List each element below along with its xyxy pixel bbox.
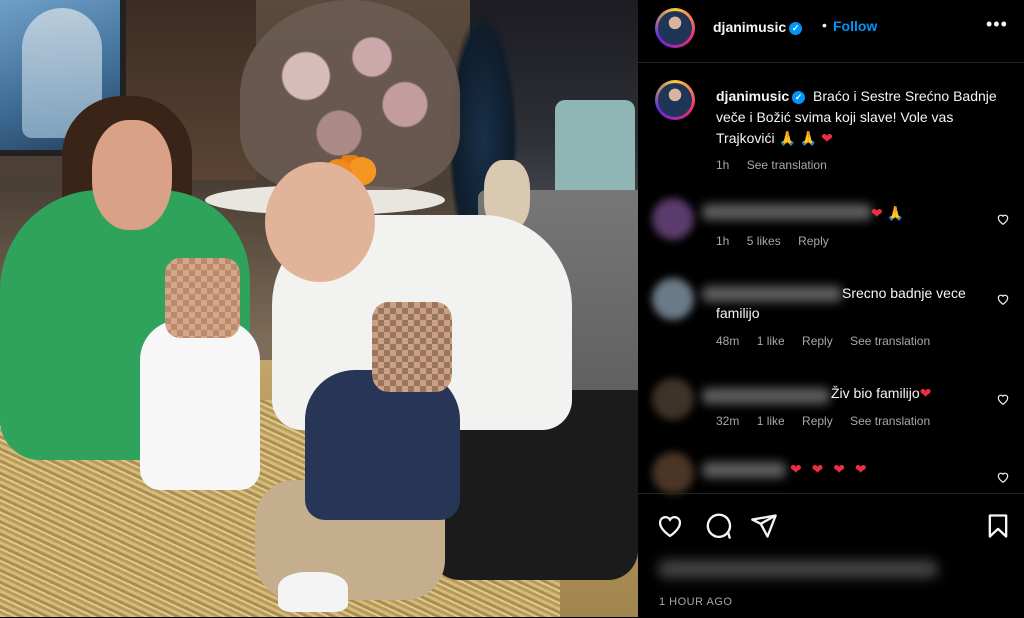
see-translation-link[interactable]: See translation	[850, 414, 930, 428]
caption-avatar[interactable]	[655, 80, 695, 120]
comment-time[interactable]: 48m	[716, 334, 739, 348]
commenter-avatar[interactable]	[652, 278, 694, 320]
caption-meta: 1h See translation	[716, 158, 841, 172]
comment-like-heart-icon[interactable]	[996, 470, 1012, 486]
reply-button[interactable]: Reply	[802, 414, 833, 428]
more-options-icon[interactable]: •••	[986, 14, 1008, 35]
see-translation-link[interactable]: See translation	[747, 158, 827, 172]
comment-meta: 1h 5 likes Reply	[716, 234, 843, 248]
comment-time[interactable]: 32m	[716, 414, 739, 428]
post-time-ago[interactable]: 1 HOUR AGO	[659, 596, 732, 608]
commenter-avatar[interactable]	[652, 452, 694, 494]
baby-left-face-blurred	[165, 258, 240, 338]
comment-icon[interactable]	[704, 512, 732, 540]
comment-emojis: ❤ 🙏	[871, 205, 905, 221]
separator-dot: •	[822, 17, 827, 33]
commenter-username-blurred[interactable]	[702, 462, 786, 478]
baby-left	[140, 320, 260, 490]
man-head	[265, 162, 375, 282]
commenter-username-blurred[interactable]	[702, 204, 872, 220]
likes-count-blurred[interactable]	[658, 560, 938, 578]
verified-badge-icon: ✓	[789, 21, 803, 35]
comment-text: Srecno badnje vece familijo	[716, 285, 966, 321]
comment-body: Živ bio familijo	[831, 385, 920, 401]
reply-button[interactable]: Reply	[798, 234, 829, 248]
comment-time[interactable]: 1h	[716, 234, 729, 248]
caption-username[interactable]: djanimusic ✓	[716, 88, 806, 104]
post-photo[interactable]	[0, 0, 638, 617]
post-header: djanimusic ✓ • Follow •••	[638, 0, 1024, 63]
author-avatar[interactable]	[655, 8, 695, 48]
woman-face	[92, 120, 172, 230]
comment-meta: 32m 1 like Reply See translation	[716, 414, 944, 428]
author-username[interactable]: djanimusic ✓	[713, 19, 803, 35]
follow-button[interactable]: Follow	[833, 18, 877, 34]
comment-likes[interactable]: 1 like	[757, 334, 785, 348]
share-icon[interactable]	[750, 512, 778, 540]
baby-right	[305, 370, 460, 520]
comment-like-heart-icon[interactable]	[996, 392, 1012, 408]
baby-shoe	[278, 572, 348, 612]
post-actions: 1 HOUR AGO	[638, 493, 1024, 618]
comment-like-heart-icon[interactable]	[996, 212, 1012, 228]
comment-likes[interactable]: 1 like	[757, 414, 785, 428]
verified-badge-icon: ✓	[792, 90, 806, 104]
heart-emoji: ❤	[919, 385, 932, 401]
comment-text: ❤ 🙏	[871, 203, 904, 223]
see-translation-link[interactable]: See translation	[850, 334, 930, 348]
comment-like-heart-icon[interactable]	[996, 292, 1012, 308]
commenter-avatar[interactable]	[652, 198, 694, 240]
bookmark-icon[interactable]	[984, 512, 1012, 540]
comment-likes[interactable]: 5 likes	[747, 234, 781, 248]
commenter-username-blurred[interactable]	[702, 388, 830, 404]
comment-text: ❤ ❤ ❤ ❤	[790, 459, 870, 479]
baby-right-face-blurred	[372, 302, 452, 392]
comment-meta: 48m 1 like Reply See translation	[716, 334, 944, 348]
caption-text: djanimusic ✓ Braćo i Sestre Srećno Badnje…	[716, 86, 1006, 149]
caption-username-text[interactable]: djanimusic	[716, 88, 789, 104]
heart-emoji: ❤	[821, 130, 833, 146]
author-username-text[interactable]: djanimusic	[713, 19, 786, 35]
caption-time[interactable]: 1h	[716, 158, 729, 172]
heart-icon[interactable]	[656, 512, 684, 540]
comment-emojis: ❤ ❤ ❤ ❤	[790, 461, 870, 477]
commenter-avatar[interactable]	[652, 378, 694, 420]
comment-text: Živ bio familijo❤	[831, 383, 931, 403]
reply-button[interactable]: Reply	[802, 334, 833, 348]
post-side-panel: djanimusic ✓ • Follow ••• djanimusic ✓ Bra…	[638, 0, 1024, 617]
